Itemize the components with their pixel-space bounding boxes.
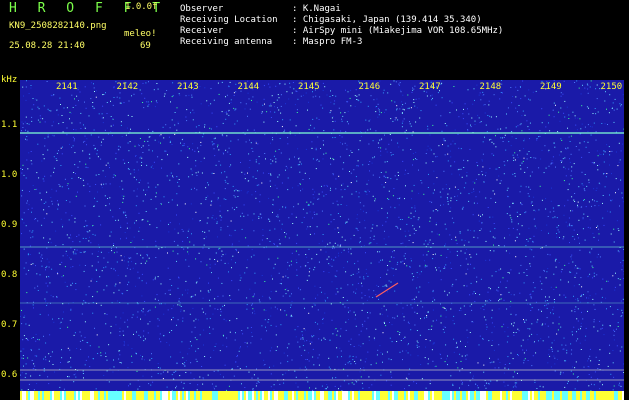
spectrogram xyxy=(20,80,624,400)
location-value: : Chigasaki, Japan (139.414 35.340) xyxy=(292,15,482,25)
observer-value: : K.Nagai xyxy=(292,4,341,14)
noise-layer xyxy=(20,80,624,400)
x-tick-label: 2144 xyxy=(237,82,260,92)
y-tick-label: 0.6 xyxy=(1,370,18,380)
right-border xyxy=(624,74,629,400)
x-tick-label: 2149 xyxy=(540,82,562,92)
y-tick-label: 0.9 xyxy=(1,220,18,230)
y-tick-label: 0.8 xyxy=(1,270,18,280)
x-tick-label: 2146 xyxy=(358,82,381,92)
meleo-label: meleo! xyxy=(124,29,157,39)
version-label: 1.0.0f xyxy=(125,2,158,12)
meteor-echo-trace xyxy=(375,282,399,298)
observer-label: Observer xyxy=(180,4,224,14)
x-tick-label: 2150 xyxy=(600,82,623,92)
datetime-label: 25.08.28 21:40 xyxy=(9,41,85,51)
x-tick-label: 2145 xyxy=(298,82,320,92)
meleo-count: 69 xyxy=(140,41,151,51)
x-tick-label: 2147 xyxy=(419,82,441,92)
header-panel: H R O F F T 1.0.0f KN9_2508282140.png me… xyxy=(0,0,629,74)
y-tick-label: 1.1 xyxy=(1,120,18,130)
receiver-value: : AirSpy mini (Miakejima VOR 108.65MHz) xyxy=(292,26,504,36)
x-tick-label: 2148 xyxy=(479,82,502,92)
spectrogram-canvas xyxy=(20,80,624,400)
x-tick-label: 2142 xyxy=(116,82,139,92)
y-tick-label: 0.7 xyxy=(1,320,18,330)
filename-label: KN9_2508282140.png xyxy=(9,21,107,31)
y-tick-label: 1.0 xyxy=(1,170,18,180)
location-label: Receiving Location xyxy=(180,15,278,25)
bottom-strip xyxy=(20,391,624,400)
antenna-value: : Maspro FM-3 xyxy=(292,37,363,47)
x-tick-label: 2141 xyxy=(56,82,78,92)
receiver-label: Receiver xyxy=(180,26,224,36)
antenna-label: Receiving antenna xyxy=(180,37,273,47)
frequency-unit-label: kHz xyxy=(1,75,18,85)
x-tick-label: 2143 xyxy=(177,82,199,92)
